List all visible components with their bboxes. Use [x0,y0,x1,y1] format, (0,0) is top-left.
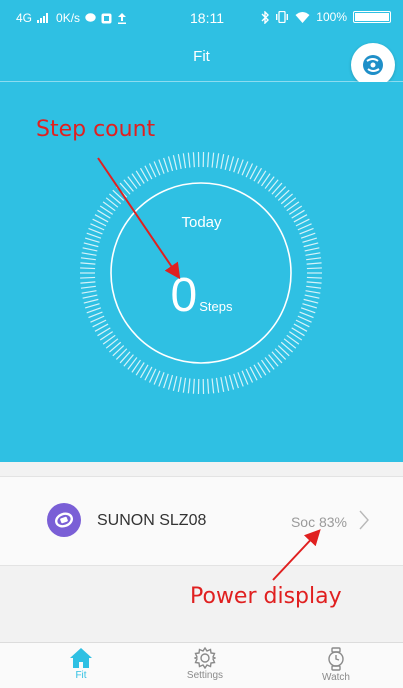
watch-icon [327,647,345,671]
ring-tick [193,379,194,394]
nav-label-settings: Settings [165,670,245,681]
ring-tick [307,263,322,264]
status-right: 100% [261,10,391,24]
ring-tick [301,233,315,238]
ring-tick [178,154,181,169]
step-unit: Steps [199,299,232,314]
ring-tick [84,243,99,247]
nav-item-fit[interactable]: Fit [41,647,121,681]
ring-tick [80,268,95,269]
device-name: SUNON SLZ08 [97,512,206,530]
ring-tick [221,154,224,169]
ring-tick [234,374,239,388]
ring-tick [304,243,319,247]
page-title: Fit [0,48,403,65]
ring-tick [159,372,164,386]
ring-tick [306,258,321,260]
ring-tick [225,376,228,391]
ring-tick [230,156,234,170]
ring-tick [212,153,214,168]
sync-icon [360,52,386,78]
step-count-display: 0Steps [0,272,403,320]
clock: 18:11 [190,10,224,26]
ring-tick [183,153,185,168]
ring-tick [193,152,194,167]
nav-item-watch[interactable]: Watch [296,647,376,683]
nav-label-watch: Watch [296,672,376,683]
ring-tick [81,258,96,260]
ring-tick [164,374,169,388]
ring-tick [183,378,185,393]
band-icon [54,511,74,529]
ring-tick [306,253,321,256]
annotation-step-count: Step count [36,117,155,142]
ring-tick [82,253,97,256]
ring-tick [188,378,190,393]
device-avatar [47,503,81,537]
chevron-right-icon [359,510,369,530]
ring-tick [85,238,99,242]
ring-tick [221,377,224,392]
ring-tick [225,155,228,170]
annotation-power-display: Power display [190,584,342,609]
app-notification-icon [101,13,112,24]
ring-tick [208,152,209,167]
sync-button[interactable] [351,43,395,87]
gear-icon [194,647,216,669]
ring-tick [154,161,160,175]
upload-icon [117,13,127,24]
nav-item-settings[interactable]: Settings [165,647,245,681]
home-icon [69,647,93,669]
ring-tick [83,248,98,251]
ring-tick [230,375,234,389]
ring-tick [159,160,164,174]
status-bar: 4G 0K/s 18:11 10 [0,0,403,37]
ring-tick [238,160,243,174]
ring-tick [178,377,181,392]
ring-tick [87,233,101,238]
wifi-icon [295,11,310,23]
ring-tick [216,378,218,393]
ring-tick [80,263,95,264]
vibrate-icon [275,11,289,23]
ring-tick [173,376,176,391]
ring-tick [234,158,239,172]
battery-level-fill [355,13,389,21]
app-header: Fit [0,37,403,82]
nav-label-fit: Fit [41,670,121,681]
status-left: 4G 0K/s [16,11,127,25]
signal-icon [37,13,51,23]
chat-icon [85,13,96,23]
ring-tick [173,155,176,170]
ring-tick [168,375,172,389]
ring-tick [302,238,316,242]
battery-percent: 100% [316,10,347,24]
ring-tick [305,248,320,251]
step-value: 0 [171,269,198,322]
net-speed: 0K/s [56,11,80,25]
bluetooth-icon [261,11,269,24]
today-label: Today [0,214,403,231]
ring-tick [208,379,209,394]
ring-tick [307,268,322,269]
ring-tick [154,371,160,385]
ring-tick [188,153,190,168]
battery-icon [353,11,391,23]
bottom-nav: Fit Settings Watch [0,642,403,688]
ring-tick [212,378,214,393]
ring-tick [164,158,169,172]
network-label: 4G [16,11,32,25]
battery-soc: Soc 83% [291,514,347,530]
ring-tick [242,161,248,175]
ring-tick [238,372,243,386]
ring-tick [216,153,218,168]
ring-tick [242,371,248,385]
ring-tick [168,156,172,170]
device-row[interactable]: SUNON SLZ08 Soc 83% [0,476,403,566]
